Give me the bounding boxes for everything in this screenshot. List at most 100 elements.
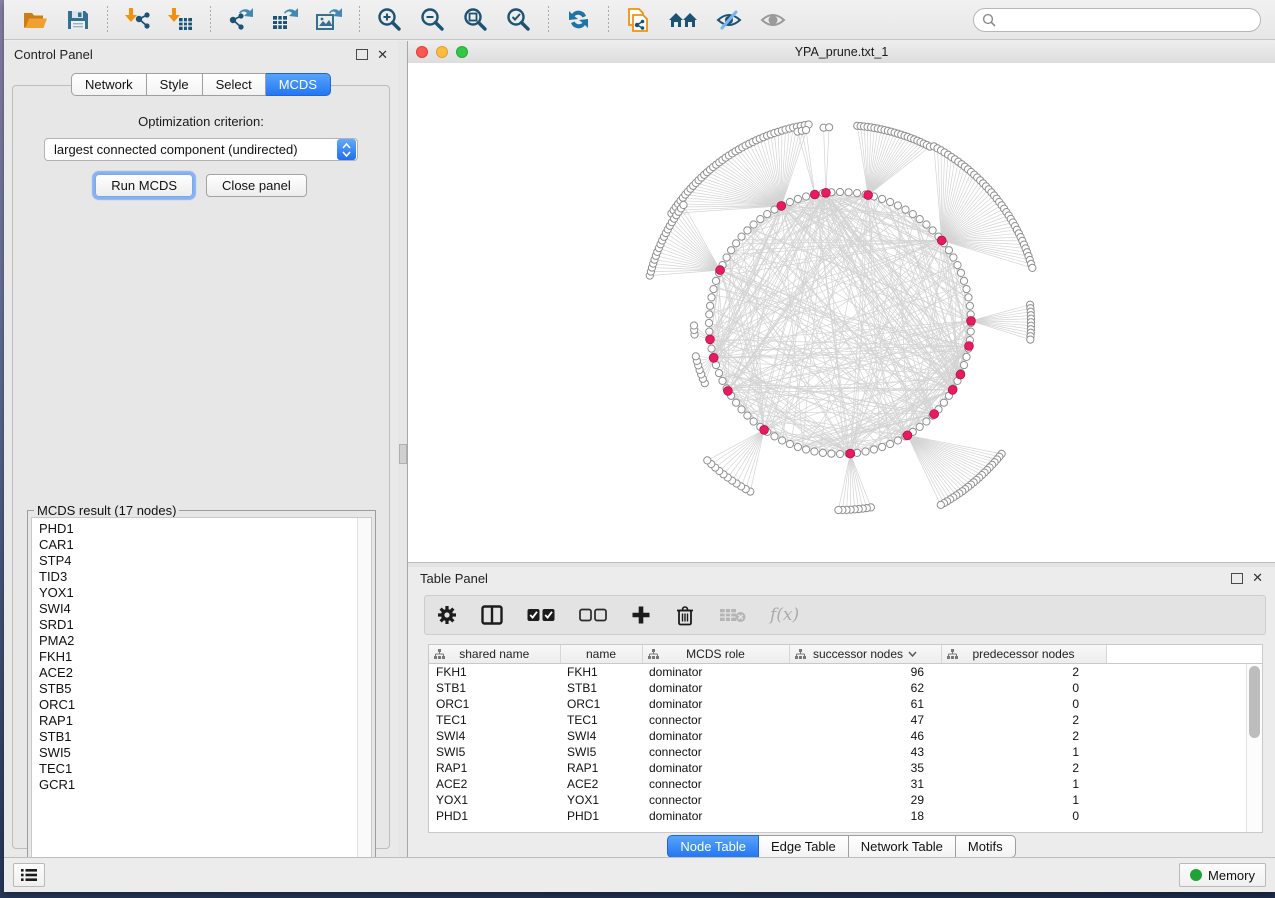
add-column-button[interactable] [631, 605, 651, 625]
mcds-result-item[interactable]: RAP1 [39, 713, 357, 729]
tab-motifs[interactable]: Motifs [956, 835, 1016, 858]
tab-style[interactable]: Style [147, 73, 203, 96]
mcds-result-item[interactable]: SWI4 [39, 601, 357, 617]
import-table-icon [167, 6, 194, 33]
mcds-result-item[interactable]: ACE2 [39, 665, 357, 681]
zoom-fit-button[interactable] [460, 4, 491, 35]
criterion-dropdown[interactable]: largest connected component (undirected) [44, 138, 358, 161]
memory-status-icon [1190, 869, 1202, 881]
table-row[interactable]: STB1STB1dominator620 [429, 680, 1262, 696]
table-row[interactable]: RAP1RAP1dominator352 [429, 760, 1262, 776]
network-view-titlebar[interactable]: YPA_prune.txt_1 [408, 41, 1275, 64]
splitter-grip[interactable] [399, 444, 407, 464]
import-table-button[interactable] [165, 4, 196, 35]
list-icon [20, 868, 38, 882]
tab-node-table[interactable]: Node Table [667, 835, 759, 858]
mcds-result-item[interactable]: SWI5 [39, 745, 357, 761]
mcds-result-item[interactable]: TID3 [39, 569, 357, 585]
close-table-panel-button[interactable]: ✕ [1252, 573, 1263, 583]
mcds-result-listbox[interactable]: PHD1CAR1STP4TID3YOX1SWI4SRD1PMA2FKH1ACE2… [31, 517, 372, 880]
trash-icon [675, 605, 695, 626]
table-row[interactable]: SWI4SWI4dominator462 [429, 728, 1262, 744]
tab-mcds[interactable]: MCDS [266, 73, 331, 96]
mcds-result-item[interactable]: SRD1 [39, 617, 357, 633]
mcds-result-item[interactable]: ORC1 [39, 697, 357, 713]
destroy-table-button[interactable] [719, 607, 746, 623]
search-input[interactable] [1002, 12, 1252, 28]
tab-edge-table[interactable]: Edge Table [759, 835, 849, 858]
show-hidden-icon [759, 7, 787, 33]
mcds-result-item[interactable]: STB5 [39, 681, 357, 697]
table-settings-button[interactable] [437, 605, 457, 625]
column-label: predecessor nodes [972, 647, 1074, 661]
column-header-predecessor-nodes[interactable]: predecessor nodes [941, 645, 1106, 664]
column-header-mcds-role[interactable]: MCDS role [642, 645, 789, 664]
zoom-in-button[interactable] [374, 4, 405, 35]
float-table-panel-button[interactable] [1231, 573, 1243, 584]
column-header-successor-nodes[interactable]: successor nodes [789, 645, 941, 664]
column-label: name [586, 647, 616, 661]
mcds-result-item[interactable]: PMA2 [39, 633, 357, 649]
first-neighbors-button[interactable] [665, 5, 701, 35]
column-header-shared-name[interactable]: shared name [429, 645, 560, 664]
mcds-result-item[interactable]: STB1 [39, 729, 357, 745]
apply-function-button[interactable]: f(x) [770, 605, 799, 625]
save-session-button[interactable] [63, 5, 93, 35]
mcds-result-item[interactable]: YOX1 [39, 585, 357, 601]
open-file-button[interactable] [20, 5, 51, 35]
tab-network-table[interactable]: Network Table [849, 835, 956, 858]
mcds-result-item[interactable]: FKH1 [39, 649, 357, 665]
export-network-button[interactable] [225, 4, 257, 35]
split-panel-button[interactable] [481, 605, 503, 625]
column-header-name[interactable]: name [560, 645, 642, 664]
search-field[interactable] [973, 8, 1261, 32]
mcds-result-item[interactable]: GCR1 [39, 777, 357, 793]
tab-select[interactable]: Select [203, 73, 266, 96]
close-panel-button[interactable]: ✕ [377, 50, 388, 60]
mcds-list-scrollbar[interactable] [357, 518, 371, 879]
mcds-result-item[interactable]: PHD1 [39, 521, 357, 537]
toolbar-separator [359, 6, 360, 34]
export-table-button[interactable] [269, 4, 301, 35]
refresh-layout-button[interactable] [563, 4, 594, 35]
table-row[interactable]: TEC1TEC1connector472 [429, 712, 1262, 728]
node-table: shared name name MCDS role successor nod… [429, 645, 1262, 824]
hide-selected-button[interactable] [713, 5, 745, 35]
mcds-result-item[interactable]: TEC1 [39, 761, 357, 777]
memory-button[interactable]: Memory [1179, 863, 1266, 887]
table-row[interactable]: FKH1FKH1dominator962 [429, 664, 1262, 681]
export-network-icon [227, 6, 255, 33]
float-panel-button[interactable] [356, 49, 368, 60]
table-row[interactable]: ORC1ORC1dominator610 [429, 696, 1262, 712]
node-table-container: shared name name MCDS role successor nod… [428, 644, 1263, 833]
tab-network[interactable]: Network [71, 73, 147, 96]
application-window: Control Panel ✕ Network Style Select MCD… [4, 0, 1275, 892]
import-network-icon [124, 6, 151, 33]
memory-label: Memory [1208, 868, 1255, 883]
zoom-selected-button[interactable] [503, 4, 534, 35]
show-hidden-button[interactable] [757, 5, 789, 35]
mcds-result-item[interactable]: STP4 [39, 553, 357, 569]
table-scrollbar[interactable] [1246, 664, 1262, 832]
select-all-columns-button[interactable] [527, 608, 555, 622]
table-scrollbar-thumb[interactable] [1249, 666, 1260, 738]
task-history-button[interactable] [13, 863, 45, 887]
export-image-button[interactable] [313, 4, 345, 35]
control-panel: Control Panel ✕ Network Style Select MCD… [4, 41, 399, 857]
network-canvas[interactable] [408, 63, 1275, 562]
zoom-out-button[interactable] [417, 4, 448, 35]
table-row[interactable]: SWI5SWI5connector431 [429, 744, 1262, 760]
close-panel-button-mcds[interactable]: Close panel [206, 174, 307, 197]
clone-network-icon [625, 6, 651, 34]
clone-network-button[interactable] [623, 4, 653, 36]
unselect-all-columns-button[interactable] [579, 608, 607, 622]
unselect-all-icon [579, 608, 607, 622]
vertical-splitter[interactable] [398, 41, 408, 857]
table-row[interactable]: YOX1YOX1connector291 [429, 792, 1262, 808]
table-row[interactable]: PHD1PHD1dominator180 [429, 808, 1262, 824]
mcds-result-item[interactable]: CAR1 [39, 537, 357, 553]
delete-columns-button[interactable] [675, 605, 695, 626]
import-network-button[interactable] [122, 4, 153, 35]
table-row[interactable]: ACE2ACE2connector311 [429, 776, 1262, 792]
run-mcds-button[interactable]: Run MCDS [95, 174, 193, 197]
